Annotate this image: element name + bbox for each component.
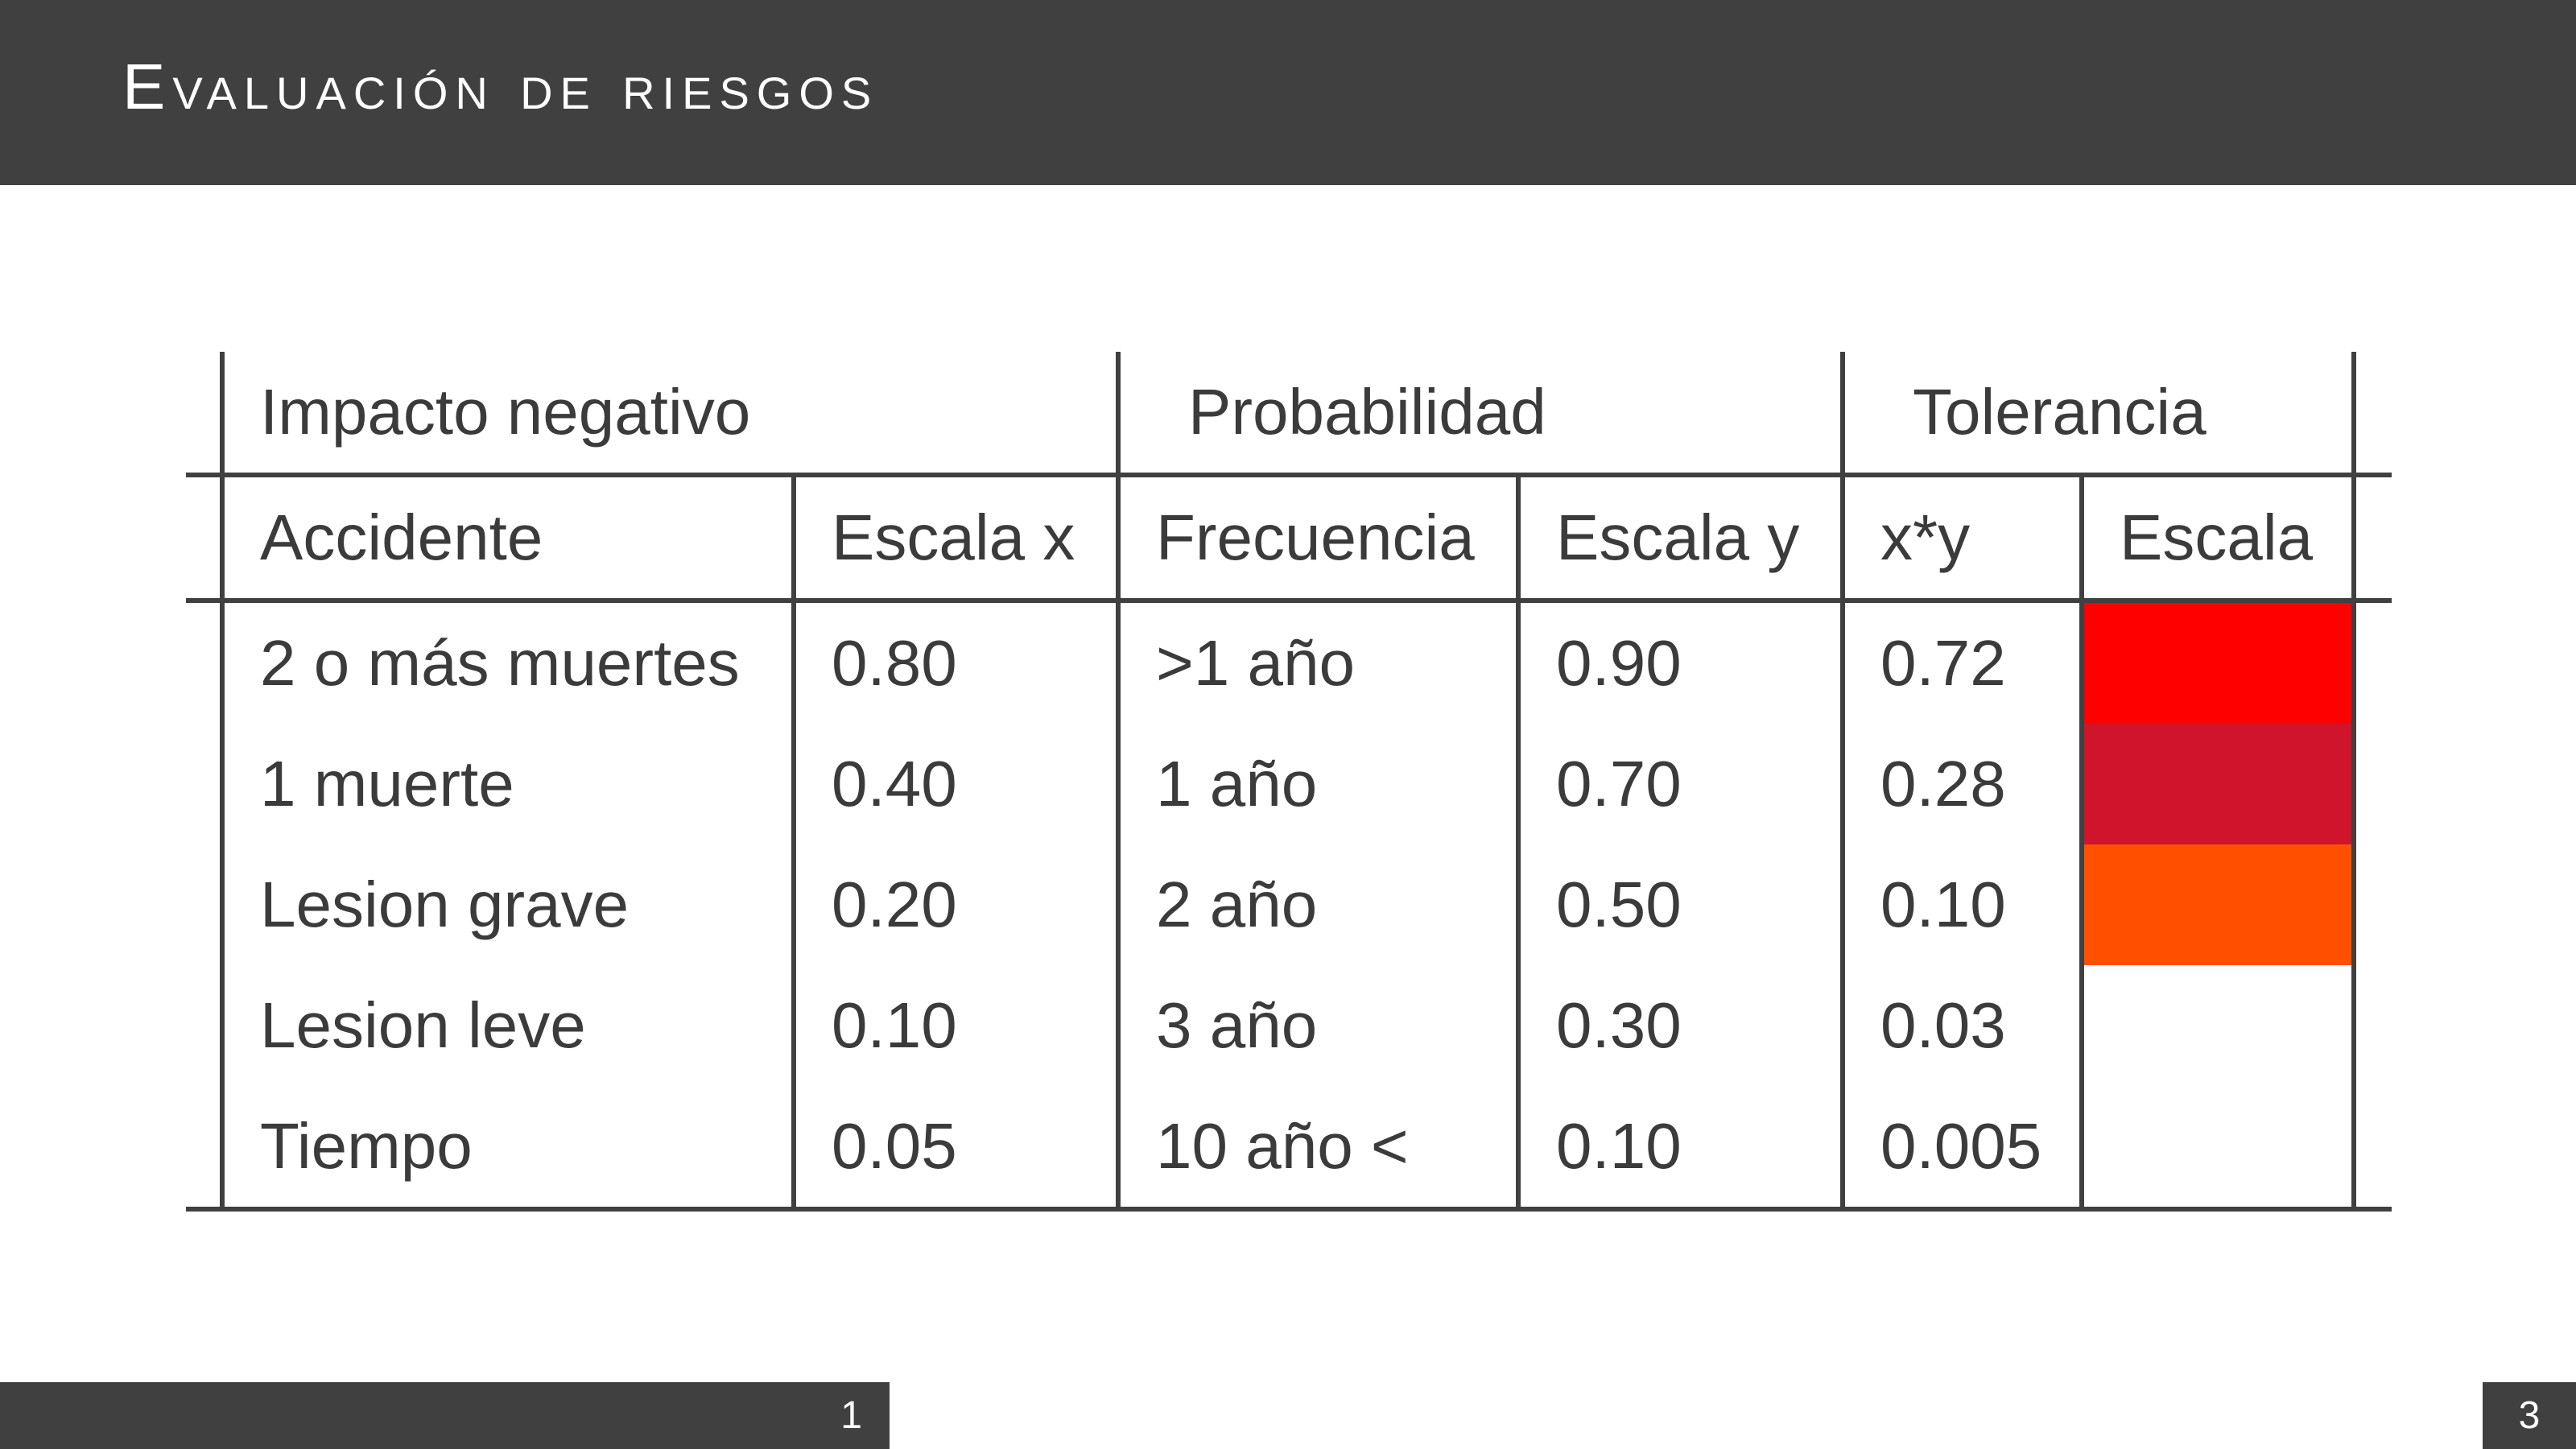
cell-xy: 0.005 <box>1843 1086 2085 1212</box>
column-header-accidente: Accidente <box>220 475 796 603</box>
table-row: Tiempo 0.05 10 año < 0.10 0.005 <box>186 1086 2392 1212</box>
row-stub <box>2354 352 2392 477</box>
cell-xy: 0.10 <box>1843 844 2085 965</box>
cell-escala-y: 0.10 <box>1518 1086 1846 1212</box>
row-stub <box>2354 844 2392 965</box>
cell-frecuencia: 3 año <box>1118 965 1521 1086</box>
row-stub <box>2354 475 2392 603</box>
current-page-number: 1 <box>840 1394 862 1437</box>
column-header-frecuencia: Frecuencia <box>1118 475 1521 603</box>
cell-escala-y: 0.50 <box>1518 844 1846 965</box>
table-row: Lesion grave 0.20 2 año 0.50 0.10 <box>186 844 2392 965</box>
total-pages-number: 3 <box>2483 1382 2576 1449</box>
cell-xy: 0.03 <box>1843 965 2085 1086</box>
cell-xy: 0.72 <box>1843 601 2085 724</box>
row-stub <box>186 1086 222 1212</box>
slide-title: Evaluación de riesgos <box>122 51 879 122</box>
cell-accidente: Lesion leve <box>220 965 796 1086</box>
row-stub <box>2354 1086 2392 1212</box>
column-header-escala-x: Escala x <box>794 475 1121 603</box>
row-stub <box>2354 965 2392 1086</box>
group-header-row: Impacto negativo Probabilidad Tolerancia <box>186 352 2392 477</box>
cell-frecuencia: >1 año <box>1118 601 1521 724</box>
column-header-escala: Escala <box>2082 475 2357 603</box>
cell-accidente: 2 o más muertes <box>220 601 796 724</box>
cell-xy: 0.28 <box>1843 724 2085 844</box>
cell-frecuencia: 1 año <box>1118 724 1521 844</box>
column-header-row: Accidente Escala x Frecuencia Escala y x… <box>186 475 2392 603</box>
row-stub <box>186 724 222 844</box>
row-stub <box>2354 601 2392 724</box>
table-row: 2 o más muertes 0.80 >1 año 0.90 0.72 <box>186 601 2392 724</box>
group-header-impacto: Impacto negativo <box>219 352 1121 477</box>
row-stub <box>2354 724 2392 844</box>
row-stub <box>186 844 222 965</box>
group-header-probabilidad: Probabilidad <box>1118 352 1846 477</box>
column-header-xy: x*y <box>1843 475 2085 603</box>
tolerance-swatch <box>2082 724 2357 844</box>
cell-escala-x: 0.10 <box>794 965 1121 1086</box>
tolerance-swatch <box>2082 1086 2357 1212</box>
tolerance-swatch <box>2082 601 2357 724</box>
footer-progress-bar: 1 <box>0 1382 890 1449</box>
tolerance-swatch <box>2082 965 2357 1086</box>
cell-escala-x: 0.05 <box>794 1086 1121 1212</box>
cell-frecuencia: 10 año < <box>1118 1086 1521 1212</box>
cell-escala-y: 0.70 <box>1518 724 1846 844</box>
risk-evaluation-table: Impacto negativo Probabilidad Tolerancia… <box>186 352 2392 1212</box>
cell-escala-x: 0.20 <box>794 844 1121 965</box>
slide-header: Evaluación de riesgos <box>0 0 2576 185</box>
cell-escala-y: 0.90 <box>1518 601 1846 724</box>
row-stub <box>186 475 222 603</box>
cell-escala-y: 0.30 <box>1518 965 1846 1086</box>
cell-accidente: Tiempo <box>220 1086 796 1212</box>
row-stub <box>186 601 222 724</box>
table-row: Lesion leve 0.10 3 año 0.30 0.03 <box>186 965 2392 1086</box>
table-row: 1 muerte 0.40 1 año 0.70 0.28 <box>186 724 2392 844</box>
group-header-tolerancia: Tolerancia <box>1843 352 2357 477</box>
cell-escala-x: 0.40 <box>794 724 1121 844</box>
tolerance-swatch <box>2082 844 2357 965</box>
column-header-escala-y: Escala y <box>1518 475 1846 603</box>
cell-frecuencia: 2 año <box>1118 844 1521 965</box>
cell-accidente: 1 muerte <box>220 724 796 844</box>
row-stub <box>186 352 222 477</box>
cell-accidente: Lesion grave <box>220 844 796 965</box>
row-stub <box>186 965 222 1086</box>
cell-escala-x: 0.80 <box>794 601 1121 724</box>
